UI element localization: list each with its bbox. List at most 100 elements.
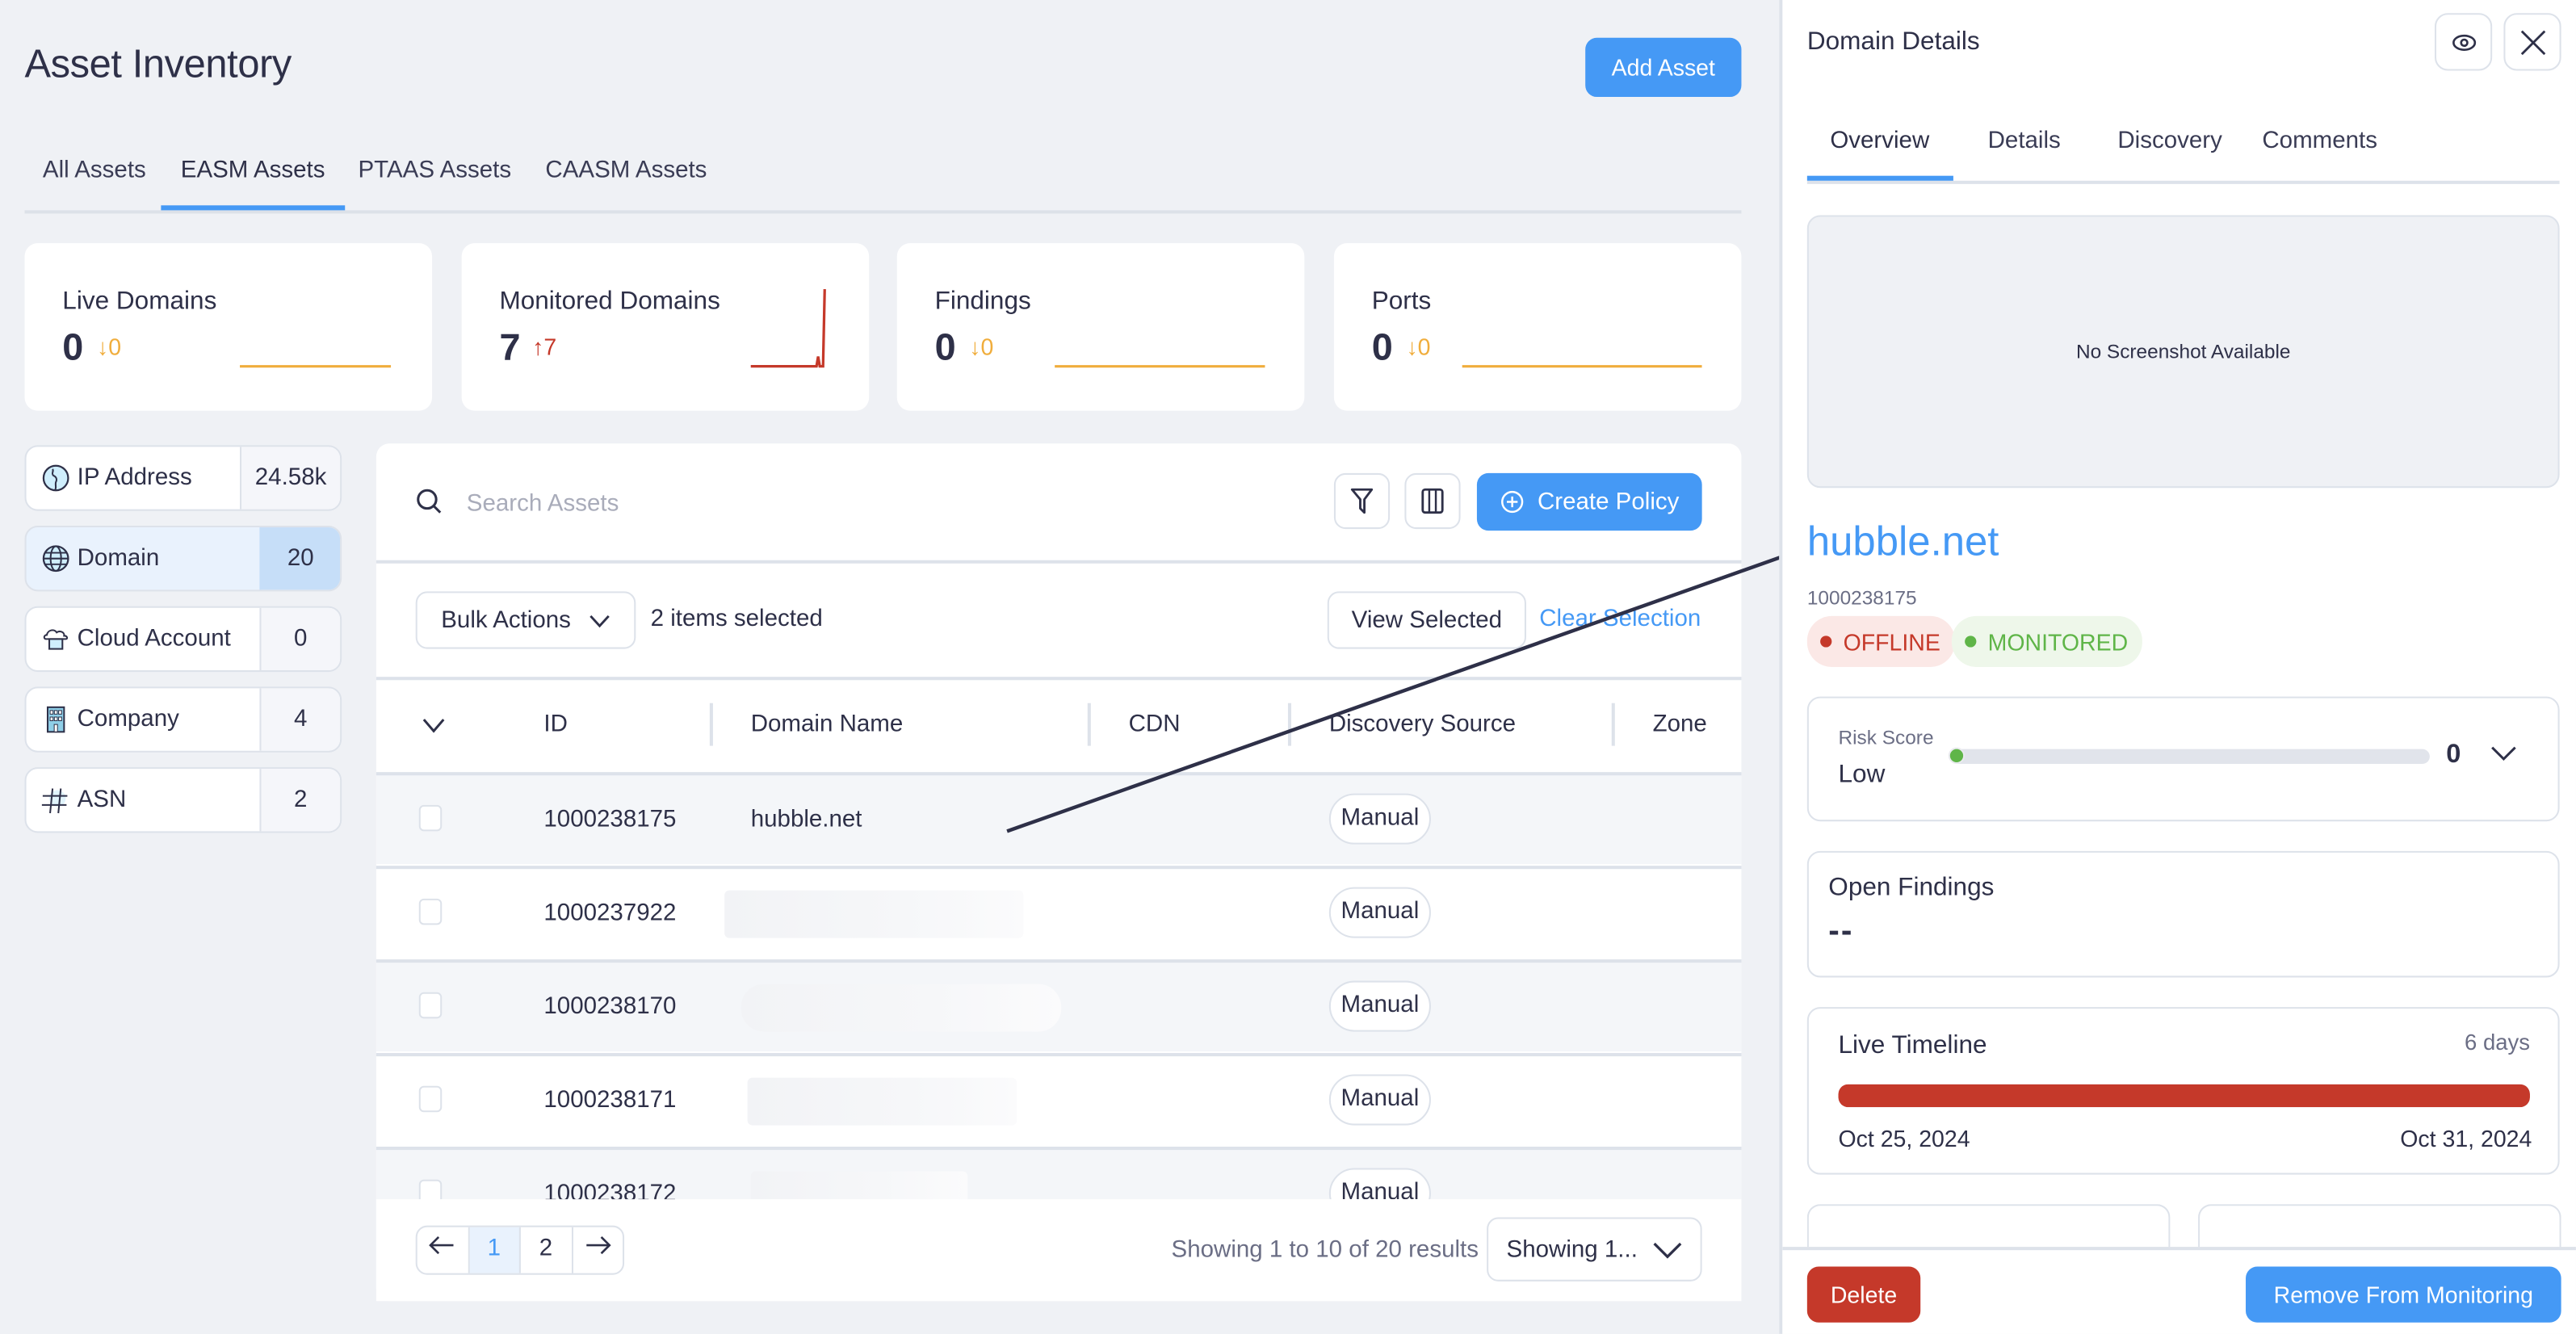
column-resizer[interactable]: [1287, 703, 1292, 746]
sidebar-item-cloud-account[interactable]: Cloud Account 0: [24, 606, 342, 673]
columns-button[interactable]: [1404, 472, 1461, 530]
live-timeline-duration: 6 days: [2465, 1030, 2530, 1055]
arrow-right-icon: [585, 1235, 611, 1255]
table-row[interactable]: 1000238170 Manual: [375, 959, 1742, 1052]
prev-page-button[interactable]: [417, 1227, 469, 1273]
page-button-1[interactable]: 1: [468, 1227, 521, 1273]
filter-button[interactable]: [1333, 472, 1391, 530]
sparkline: [750, 289, 826, 368]
clear-selection-link[interactable]: Clear Selection: [1539, 606, 1701, 633]
redacted-domain-name: [747, 1077, 1017, 1126]
select-all-chevron-icon[interactable]: [421, 716, 447, 736]
tab-discovery[interactable]: Discovery: [2117, 128, 2222, 155]
table-row[interactable]: 1000238175 hubble.net Manual: [375, 772, 1742, 865]
tab-caasm-assets[interactable]: CAASM Assets: [545, 157, 707, 184]
add-asset-button[interactable]: Add Asset: [1585, 37, 1742, 98]
live-timeline-fill: [1838, 1084, 2530, 1108]
plus-circle-icon: [1500, 490, 1524, 514]
tab-comments[interactable]: Comments: [2262, 128, 2377, 155]
search-icon: [417, 489, 442, 514]
domain-id: 1000238175: [1806, 586, 1917, 610]
info-card-partial: [1806, 1204, 2171, 1254]
column-header-zone[interactable]: Zone: [1653, 711, 1707, 738]
row-checkbox[interactable]: [418, 898, 443, 925]
page-button-2[interactable]: 2: [521, 1227, 573, 1273]
stat-card-live-domains: Live Domains 0 ↓0: [24, 243, 433, 411]
arrow-left-icon: [429, 1235, 455, 1255]
column-header-cdn[interactable]: CDN: [1129, 711, 1181, 738]
stat-card-monitored-domains: Monitored Domains 7 ↑7: [461, 243, 870, 411]
toolbar-divider: [375, 560, 1742, 564]
sidebar-item-count: 24.58k: [240, 447, 341, 510]
column-resizer[interactable]: [1611, 703, 1615, 746]
row-checkbox[interactable]: [418, 992, 443, 1019]
chevron-down-icon: [1653, 1242, 1682, 1259]
open-findings-title: Open Findings: [1828, 874, 1995, 902]
stat-value: 0: [1371, 325, 1393, 368]
columns-icon: [1421, 488, 1444, 514]
search-input[interactable]: [463, 480, 1127, 530]
stat-label: Ports: [1371, 287, 1432, 316]
delete-button[interactable]: Delete: [1806, 1266, 1921, 1323]
view-button[interactable]: [2434, 13, 2493, 71]
chevron-down-icon: [589, 614, 609, 627]
stat-delta: ↑7: [532, 333, 557, 360]
view-selected-button[interactable]: View Selected: [1327, 591, 1526, 649]
table-row[interactable]: 1000237922 Manual: [375, 866, 1742, 958]
stat-label: Monitored Domains: [499, 287, 720, 316]
tab-overview[interactable]: Overview: [1830, 128, 1929, 155]
discovery-source-pill: Manual: [1328, 980, 1431, 1032]
row-domain-name[interactable]: hubble.net: [751, 807, 862, 833]
risk-level: Low: [1838, 760, 1886, 789]
row-id: 1000238175: [543, 806, 677, 833]
arrow-down-icon: ↓: [969, 333, 981, 360]
live-timeline-bar: [1838, 1084, 2530, 1108]
create-policy-button[interactable]: Create Policy: [1476, 472, 1702, 531]
row-checkbox[interactable]: [418, 1085, 443, 1113]
column-header-id[interactable]: ID: [543, 711, 567, 738]
sidebar-item-asn[interactable]: ASN 2: [24, 767, 342, 833]
info-card-partial: [2198, 1204, 2561, 1254]
stat-delta: ↓0: [97, 333, 122, 360]
tab-ptaas-assets[interactable]: PTAAS Assets: [358, 157, 511, 184]
table-row[interactable]: 1000238171 Manual: [375, 1053, 1742, 1145]
close-button[interactable]: [2503, 13, 2561, 71]
row-id: 1000238171: [543, 1087, 677, 1114]
status-dot: [1820, 636, 1832, 648]
sidebar-item-company[interactable]: Company 4: [24, 686, 342, 753]
globe-icon: [42, 545, 69, 573]
column-resizer[interactable]: [1087, 703, 1091, 746]
active-tab-indicator: [161, 205, 346, 211]
page-size-select[interactable]: Showing 1...: [1487, 1217, 1702, 1282]
sidebar-item-ip-address[interactable]: IP Address 24.58k: [24, 445, 342, 511]
column-header-domain-name[interactable]: Domain Name: [751, 711, 904, 738]
sparkline: [240, 365, 392, 368]
active-tab-indicator: [1806, 175, 1953, 181]
chevron-down-icon[interactable]: [2489, 745, 2519, 764]
tab-all-assets[interactable]: All Assets: [43, 157, 146, 184]
column-resizer[interactable]: [709, 703, 713, 746]
live-timeline-title: Live Timeline: [1838, 1031, 1987, 1060]
hash-icon: [41, 788, 68, 814]
domain-title-link[interactable]: hubble.net: [1807, 519, 1999, 567]
stat-label: Findings: [934, 287, 1031, 316]
screenshot-placeholder: No Screenshot Available: [1806, 215, 2560, 489]
column-header-discovery-source[interactable]: Discovery Source: [1329, 711, 1516, 738]
tab-details[interactable]: Details: [1988, 128, 2061, 155]
sidebar-item-domain[interactable]: Domain 20: [24, 526, 342, 592]
risk-score-value: 0: [2446, 740, 2461, 770]
tab-easm-assets[interactable]: EASM Assets: [181, 157, 325, 184]
stat-value: 0: [934, 325, 956, 368]
row-checkbox[interactable]: [418, 804, 443, 832]
sidebar-item-label: ASN: [77, 787, 127, 814]
remove-from-monitoring-button[interactable]: Remove From Monitoring: [2246, 1266, 2561, 1323]
stat-delta: ↓0: [969, 333, 994, 360]
bulk-actions-dropdown[interactable]: Bulk Actions: [415, 591, 636, 649]
status-badge-offline: OFFLINE: [1806, 615, 1956, 667]
sidebar-item-label: Company: [77, 706, 179, 733]
next-page-button[interactable]: [573, 1227, 623, 1273]
pagination: 1 2: [415, 1225, 625, 1275]
sparkline: [1055, 365, 1265, 368]
results-summary: Showing 1 to 10 of 20 results: [1171, 1236, 1479, 1264]
discovery-source-pill: Manual: [1328, 793, 1431, 845]
